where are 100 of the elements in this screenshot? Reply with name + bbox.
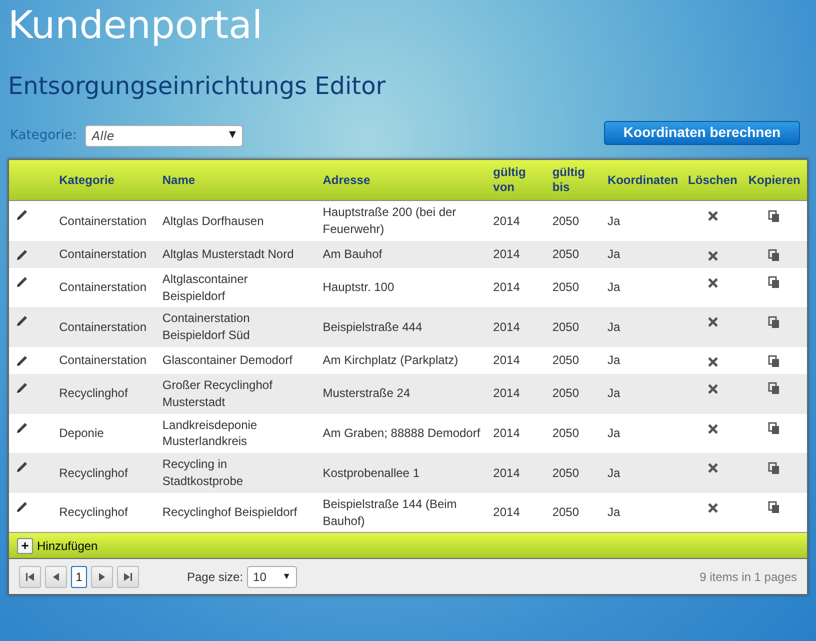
calculate-coordinates-button[interactable]: Koordinaten berechnen (604, 120, 800, 145)
delete-icon[interactable] (706, 210, 719, 222)
column-header: Kopieren (742, 160, 807, 201)
pager-summary: 9 items in 1 pages (700, 568, 797, 586)
column-header: Name (156, 160, 317, 201)
table-cell: Containerstation (53, 268, 156, 308)
table-cell: Recyclinghof (53, 453, 156, 493)
next-page-button[interactable] (91, 566, 113, 588)
table-cell: Glascontainer Demodorf (156, 347, 317, 374)
table-cell: 2050 (546, 347, 602, 374)
table-cell: 2050 (546, 414, 602, 454)
table-cell: Landkreisdeponie Musterlandkreis (156, 414, 317, 454)
copy-icon[interactable] (768, 316, 780, 329)
add-button[interactable]: + Hinzufügen (17, 536, 98, 555)
edit-icon[interactable] (15, 274, 29, 289)
table-cell: Hauptstraße 200 (bei der Feuerwehr) (316, 200, 488, 241)
previous-page-icon (51, 572, 61, 582)
table-cell: Ja (601, 307, 684, 348)
current-page[interactable]: 1 (71, 566, 87, 588)
edit-icon[interactable] (15, 248, 29, 262)
table-cell: Ja (601, 200, 684, 241)
table-cell: Beispielstraße 444 (316, 307, 488, 348)
table-cell: Altglascontainer Beispieldorf (156, 268, 317, 308)
delete-icon[interactable] (706, 502, 719, 514)
table-cell: Recyclinghof Beispieldorf (156, 492, 317, 532)
table-cell: Altglas Musterstadt Nord (156, 240, 317, 268)
delete-icon[interactable] (706, 422, 719, 434)
copy-icon[interactable] (768, 501, 780, 514)
copy-icon[interactable] (768, 382, 780, 396)
delete-icon[interactable] (706, 462, 719, 474)
column-header: gültig von (487, 160, 546, 201)
edit-icon[interactable] (15, 420, 29, 434)
table-cell: Deponie (53, 414, 156, 454)
delete-icon[interactable] (706, 316, 719, 328)
edit-icon[interactable] (15, 208, 29, 222)
table-cell: Ja (601, 453, 684, 493)
delete-icon[interactable] (706, 382, 719, 395)
table-cell: Altglas Dorfhausen (156, 200, 317, 241)
table-cell: Recyclinghof (53, 374, 156, 414)
table-cell: 2014 (487, 347, 546, 374)
table-cell: Ja (601, 492, 684, 532)
table-cell: 2014 (487, 200, 546, 241)
table-cell: Containerstation (53, 200, 156, 241)
table-cell: Beispielstraße 144 (Beim Bauhof) (316, 492, 488, 532)
last-page-icon (123, 572, 133, 582)
table-cell: 2050 (546, 374, 602, 414)
table-cell: Ja (601, 240, 684, 268)
edit-icon[interactable] (15, 460, 29, 474)
page-size-dropdown[interactable]: 10 ▼ (247, 566, 298, 588)
first-page-button[interactable] (19, 566, 41, 588)
previous-page-button[interactable] (45, 566, 67, 588)
table-cell: Containerstation (53, 347, 156, 374)
table-cell: Recycling in Stadtkostprobe (156, 453, 317, 493)
table-cell: Am Graben; 88888 Demodorf (316, 414, 488, 454)
delete-icon[interactable] (706, 250, 719, 262)
column-header: Löschen (684, 160, 742, 201)
table-cell: Am Kirchplatz (Parkplatz) (316, 347, 488, 374)
table-cell: 2050 (546, 240, 602, 268)
first-page-icon (25, 572, 35, 582)
table-cell: 2014 (487, 492, 546, 532)
table-cell: Recyclinghof (53, 492, 156, 532)
edit-icon[interactable] (15, 354, 29, 368)
table-cell: 2014 (487, 453, 546, 493)
edit-icon[interactable] (15, 500, 29, 514)
table-cell: Großer Recyclinghof Musterstadt (156, 374, 317, 414)
table-cell: 2050 (546, 268, 602, 308)
table-cell: Containerstation (53, 240, 156, 268)
edit-icon[interactable] (15, 314, 29, 328)
copy-icon[interactable] (768, 276, 780, 290)
copy-icon[interactable] (768, 422, 780, 435)
next-page-icon (97, 572, 107, 582)
last-page-button[interactable] (117, 566, 139, 588)
table-cell: Musterstraße 24 (316, 374, 488, 414)
table-cell: Hauptstr. 100 (316, 268, 488, 308)
table-cell: 2014 (487, 240, 546, 268)
table-cell: Ja (601, 414, 684, 454)
copy-icon[interactable] (768, 355, 780, 368)
copy-icon[interactable] (768, 462, 780, 475)
column-header: gültig bis (546, 160, 602, 201)
table-cell: 2050 (546, 307, 602, 348)
column-header: Koordinaten (601, 160, 684, 201)
edit-icon[interactable] (15, 380, 29, 395)
page-subtitle: Entsorgungseinrichtungs Editor (8, 72, 387, 101)
table-cell: 2050 (546, 492, 602, 532)
table-cell: Containerstation Beispieldorf Süd (156, 307, 317, 348)
table-cell: 2014 (487, 374, 546, 414)
table-cell: 2014 (487, 307, 546, 348)
table-cell: Ja (601, 347, 684, 374)
page-title: Kundenportal (7, 2, 264, 44)
table-cell: Am Bauhof (316, 240, 488, 268)
copy-icon[interactable] (768, 249, 780, 262)
delete-icon[interactable] (706, 356, 719, 368)
delete-icon[interactable] (706, 276, 719, 289)
copy-icon[interactable] (768, 210, 780, 223)
table-cell: Kostprobenallee 1 (316, 453, 488, 493)
table-cell: 2050 (546, 200, 602, 241)
table-cell: Ja (601, 268, 684, 308)
category-dropdown[interactable]: Alle ▼ (84, 124, 243, 147)
table-cell: Containerstation (53, 307, 156, 348)
table-cell: 2050 (546, 453, 602, 493)
